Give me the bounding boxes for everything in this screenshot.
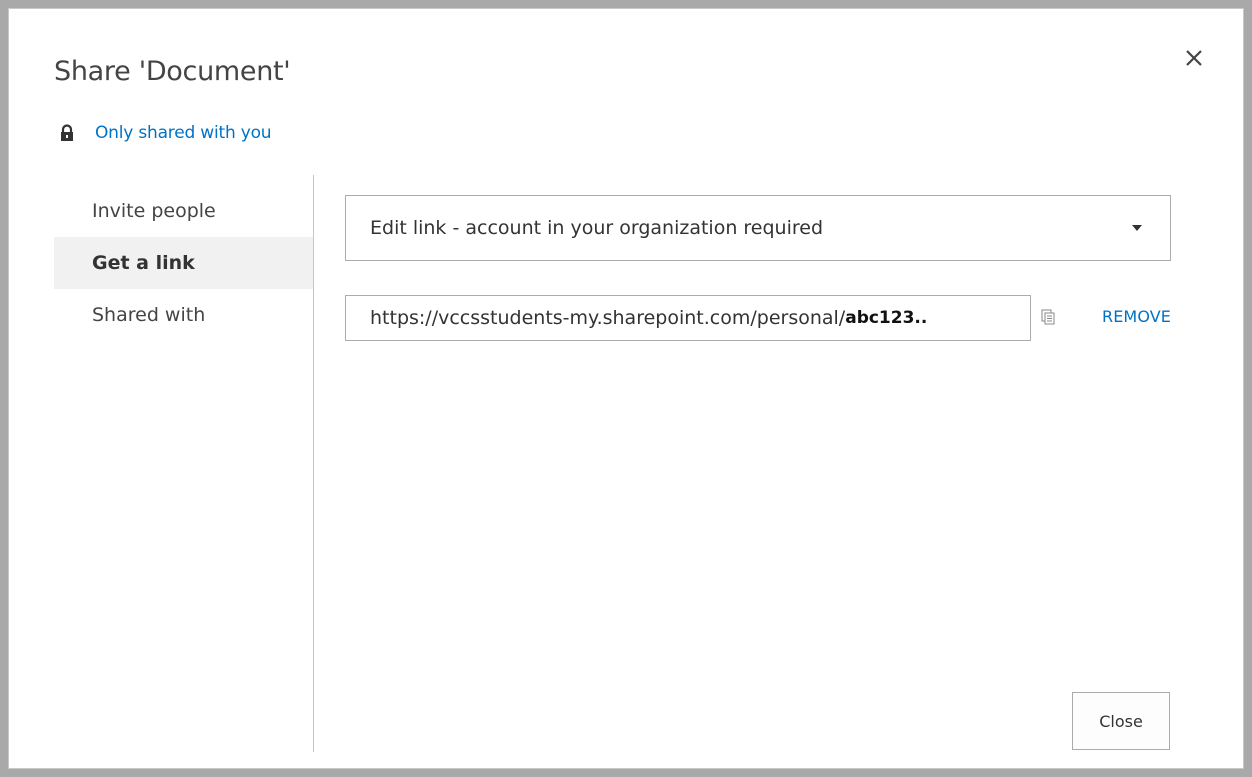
link-type-selected: Edit link - account in your organization… (370, 217, 824, 239)
share-status-link[interactable]: Only shared with you (59, 123, 272, 143)
nav-item-shared-with[interactable]: Shared with (54, 289, 313, 341)
vertical-divider (313, 175, 314, 752)
share-dialog: Share 'Document' Only shared with you In… (8, 8, 1244, 769)
link-url-prefix: https://vccsstudents-my.sharepoint.com/p… (370, 307, 846, 329)
lock-icon (61, 124, 73, 141)
nav-item-invite-people[interactable]: Invite people (54, 185, 313, 237)
link-type-dropdown[interactable]: Edit link - account in your organization… (345, 195, 1171, 261)
link-url-field[interactable]: https://vccsstudents-my.sharepoint.com/p… (345, 295, 1031, 341)
remove-link-button[interactable]: REMOVE (1102, 307, 1171, 326)
share-status-text: Only shared with you (95, 123, 272, 143)
caret-down-icon (1132, 225, 1142, 231)
dialog-title: Share 'Document' (54, 56, 291, 87)
link-url-suffix: abc123.. (845, 308, 928, 328)
copy-icon[interactable] (1041, 309, 1055, 325)
close-icon[interactable] (1179, 43, 1209, 73)
nav-item-get-a-link[interactable]: Get a link (54, 237, 313, 289)
share-nav: Invite people Get a link Shared with (54, 185, 313, 341)
close-button[interactable]: Close (1072, 692, 1170, 750)
